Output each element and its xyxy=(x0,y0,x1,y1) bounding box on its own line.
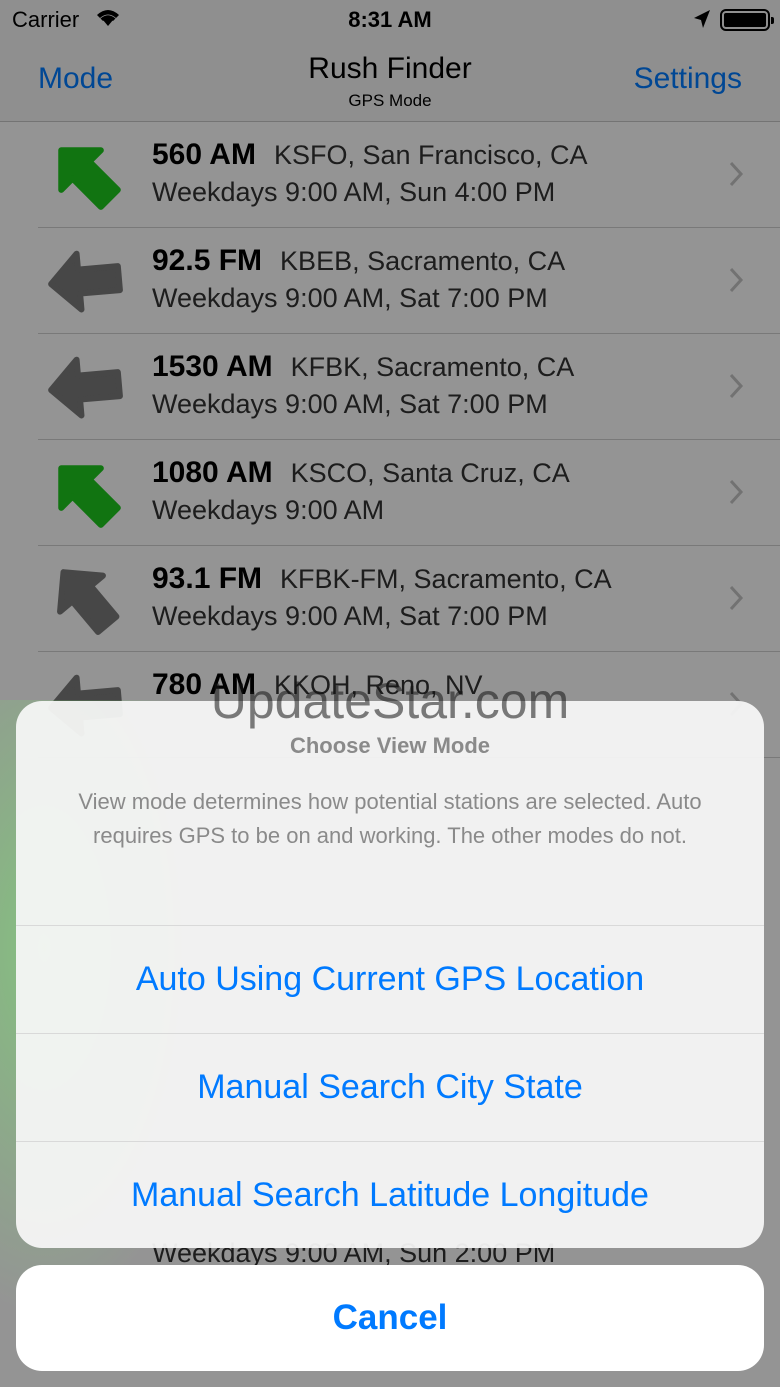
manual-city-state-option[interactable]: Manual Search City State xyxy=(16,1033,764,1141)
action-sheet-message: View mode determines how potential stati… xyxy=(78,789,702,848)
watermark: UpdateStar.com xyxy=(210,673,570,729)
auto-gps-option[interactable]: Auto Using Current GPS Location xyxy=(16,925,764,1033)
manual-lat-long-option[interactable]: Manual Search Latitude Longitude xyxy=(16,1141,764,1248)
action-sheet: Choose View Mode View mode determines ho… xyxy=(16,701,764,1248)
app-screen: Carrier 8:31 AM Mode Rush Finder GPS Mod… xyxy=(0,0,780,1387)
action-sheet-title: Choose View Mode xyxy=(289,733,491,758)
cancel-button[interactable]: Cancel xyxy=(16,1265,764,1371)
